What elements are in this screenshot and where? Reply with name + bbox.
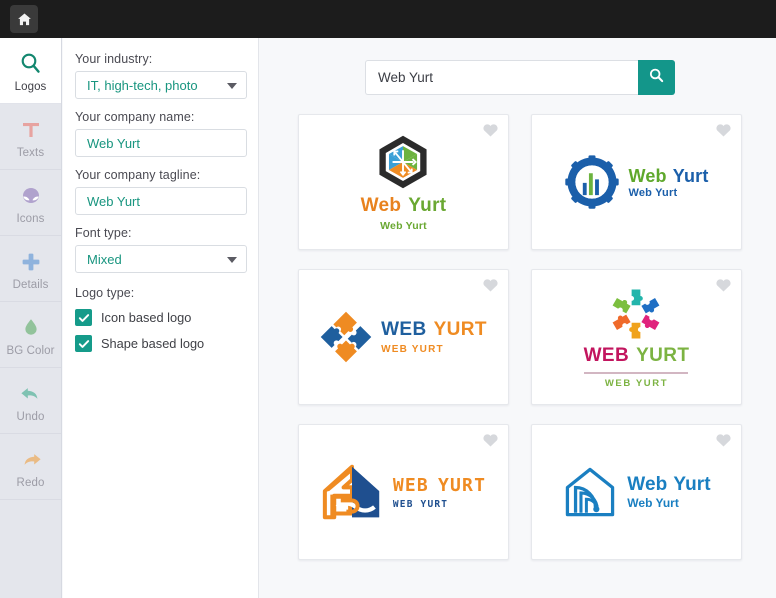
house-swoosh-icon [321,463,383,521]
tagline-value: Web Yurt [87,193,140,209]
logo-name-part1: Web [628,165,667,186]
search-input-value: Web Yurt [378,70,434,85]
logo-card[interactable]: Web Yurt Web Yurt [531,424,742,560]
logo-name-part2: YURT [636,344,690,366]
gear-barchart-icon [564,154,620,210]
redo-arrow-icon [18,445,44,473]
logo-maker-app: Logos Texts Icons Details BG Color Undo … [0,0,776,598]
search-icon [648,67,665,89]
shape-icon [18,181,44,209]
droplet-icon [18,313,44,341]
heart-icon[interactable] [482,277,499,298]
heart-icon[interactable] [482,432,499,453]
logo-card[interactable]: WEB YURT WEB YURT [531,269,742,405]
logo-name-part2: YURT [437,474,487,496]
puzzle-ring-icon [605,286,667,342]
logo-type-label: Logo type: [75,286,135,300]
heart-icon[interactable] [715,122,732,143]
magnifier-icon [18,49,44,77]
sidebar-item-undo[interactable]: Undo [0,368,61,434]
logo-name-part1: Web [360,194,402,216]
puzzle-diamond-icon [320,311,372,363]
logo-name-part2: YURT [433,319,487,340]
hexagon-arrows-icon [374,133,432,191]
checkmark-icon [75,309,92,326]
divider [584,371,689,374]
industry-select[interactable]: IT, high-tech, photo [75,71,247,99]
text-t-icon [18,115,44,143]
sidebar-item-label: Texts [16,146,45,159]
logo-tagline: Web Yurt [380,219,427,232]
tagline-label: Your company tagline: [75,168,201,182]
results-area: Web Yurt Web Yurt Web Yurt Web Yurt Web … [260,38,776,598]
logo-name-part2: Yurt [673,474,711,495]
checkbox-icon-based-label: Icon based logo [101,310,192,325]
font-type-label: Font type: [75,226,132,240]
chevron-down-icon [227,257,237,263]
sidebar-item-logos[interactable]: Logos [0,38,61,104]
checkmark-icon [75,335,92,352]
logo-tagline: Web Yurt [627,496,679,510]
sidebar-item-label: Undo [16,410,45,423]
tagline-input[interactable]: Web Yurt [75,187,247,215]
search-input[interactable]: Web Yurt [365,60,638,95]
sidebar-item-bg-color[interactable]: BG Color [0,302,61,368]
logo-card[interactable]: Web Yurt Web Yurt [298,114,509,250]
company-name-input[interactable]: Web Yurt [75,129,247,157]
house-wifi-icon [562,464,618,520]
checkbox-shape-based-label: Shape based logo [101,336,205,351]
chevron-down-icon [227,83,237,89]
logo-card[interactable]: WEB YURT WEB YURT [298,269,509,405]
sidebar-item-details[interactable]: Details [0,236,61,302]
plus-icon [18,247,44,275]
checkbox-shape-based-logo[interactable]: Shape based logo [75,335,246,352]
checkbox-icon-based-logo[interactable]: Icon based logo [75,309,246,326]
undo-arrow-icon [18,379,44,407]
industry-label: Your industry: [75,52,153,66]
company-name-value: Web Yurt [87,135,140,151]
settings-panel: Your industry: IT, high-tech, photo Your… [63,38,259,598]
heart-icon[interactable] [482,122,499,143]
sidebar-item-label: Icons [16,212,45,225]
logo-name-part1: WEB [381,319,427,340]
logo-name-part1: WEB [583,344,630,366]
logo-tagline: WEB YURT [392,498,449,510]
logo-name-part1: WEB [392,474,429,496]
top-bar [0,0,776,38]
company-name-label: Your company name: [75,110,195,124]
industry-select-value: IT, high-tech, photo [87,77,198,93]
heart-icon[interactable] [715,432,732,453]
logo-name-part1: Web [627,474,668,495]
sidebar-item-label: Details [12,278,49,291]
sidebar-item-label: Redo [16,476,45,489]
heart-icon[interactable] [715,277,732,298]
sidebar-item-texts[interactable]: Texts [0,104,61,170]
logo-card[interactable]: Web Yurt Web Yurt [531,114,742,250]
search-bar: Web Yurt [365,60,675,95]
sidebar-item-label: Logos [14,80,47,93]
sidebar-item-redo[interactable]: Redo [0,434,61,500]
logo-tagline: Web Yurt [628,186,678,199]
logo-name-part2: Yurt [408,194,447,216]
logo-tagline: WEB YURT [381,344,444,355]
font-type-select[interactable]: Mixed [75,245,247,273]
logo-card[interactable]: WEB YURT WEB YURT [298,424,509,560]
tool-rail: Logos Texts Icons Details BG Color Undo … [0,38,62,598]
sidebar-item-icons[interactable]: Icons [0,170,61,236]
logo-results-grid: Web Yurt Web Yurt Web Yurt Web Yurt WEB … [298,114,742,560]
font-type-select-value: Mixed [87,251,122,267]
search-button[interactable] [638,60,675,95]
home-button[interactable] [10,5,38,33]
sidebar-item-label: BG Color [6,344,55,357]
logo-tagline: WEB YURT [604,377,669,389]
home-icon [17,12,32,27]
logo-name-part2: Yurt [672,165,709,186]
